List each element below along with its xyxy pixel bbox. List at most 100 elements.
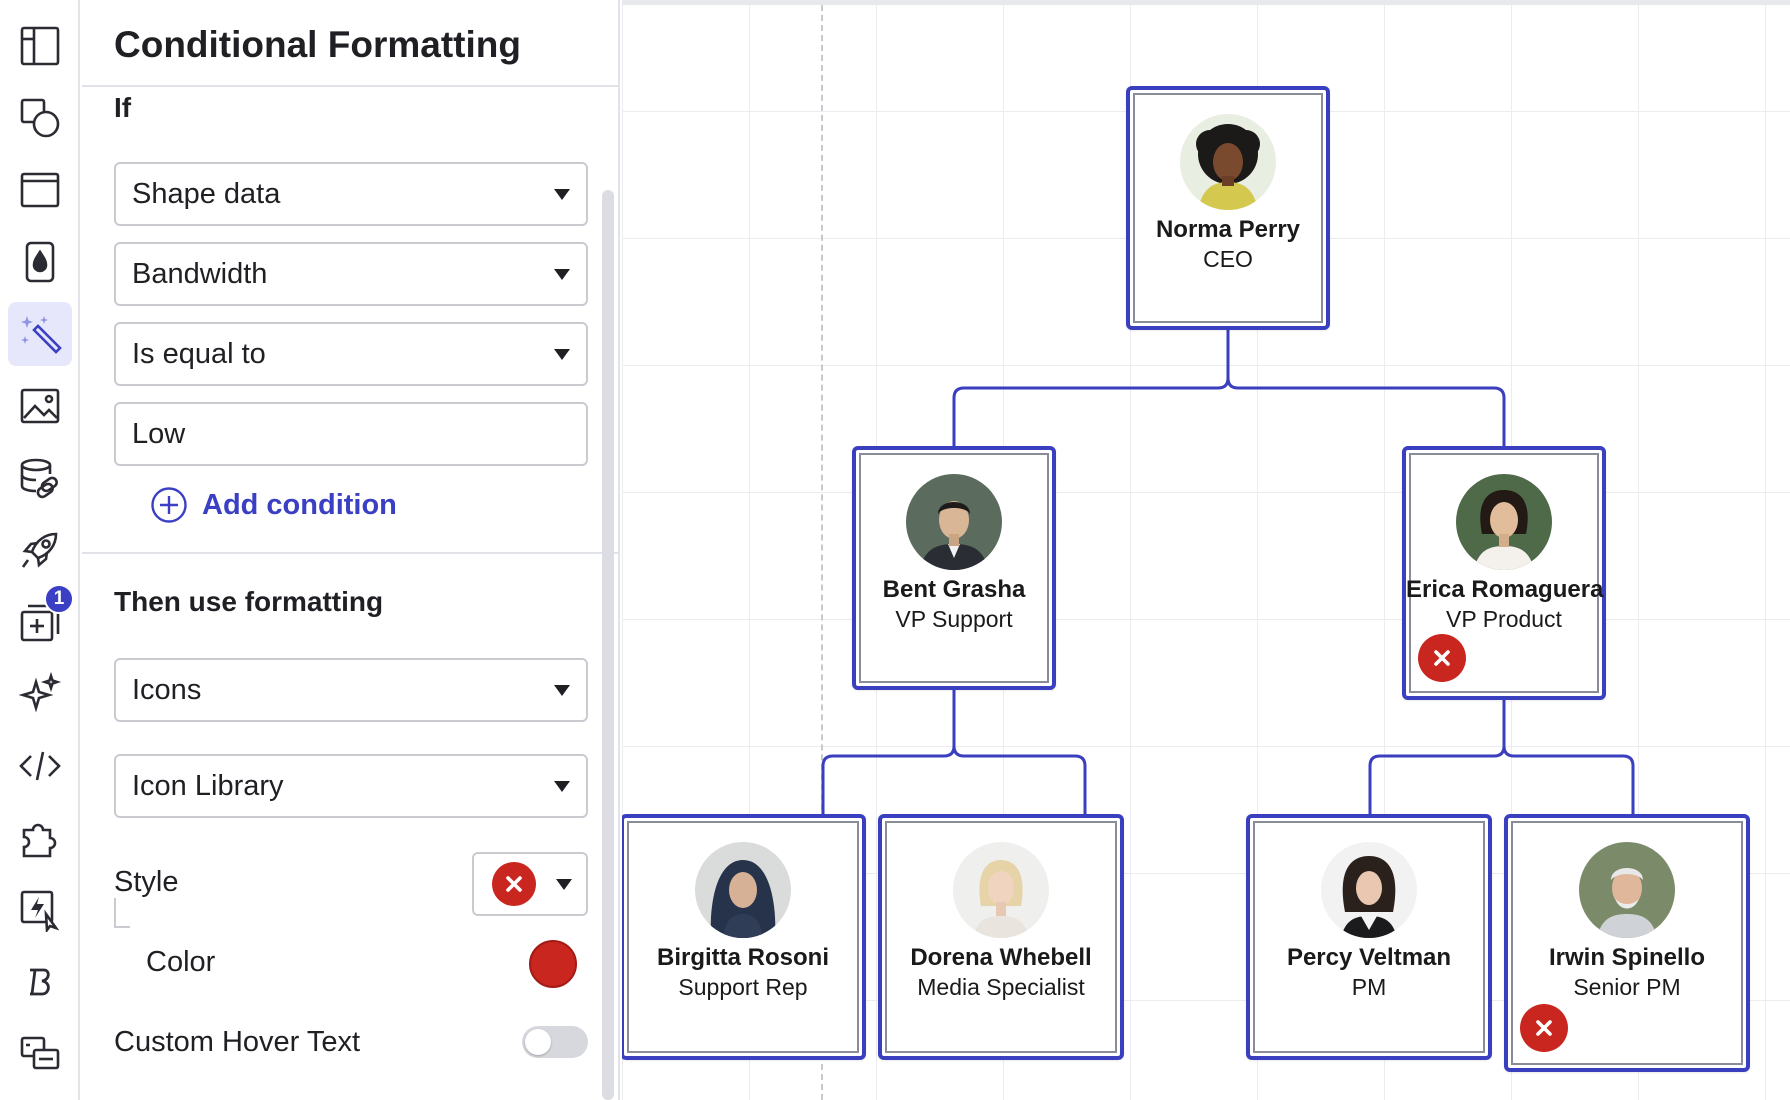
sparkle-icon [18,672,62,713]
hover-text-label: Custom Hover Text [114,1026,361,1058]
integrations-button[interactable] [8,806,72,870]
shapes-button[interactable] [8,86,72,150]
panel-title: Conditional Formatting [114,24,521,65]
node-title: VP Product [1446,606,1562,632]
image-button[interactable] [8,374,72,438]
data-linking-button[interactable] [8,446,72,510]
condition-field-select[interactable]: Bandwidth [114,242,588,306]
data-link-icon [20,458,58,499]
then-label: Then use formatting [114,586,384,617]
ai-button[interactable] [8,662,72,726]
x-circle-icon [1418,634,1466,682]
conditional-formatting-panel: Conditional Formatting If Shape data Ban… [82,0,620,1100]
avatar [1579,842,1675,938]
condition-source-value: Shape data [132,177,281,210]
org-node-irwin[interactable]: Irwin Spinello Senior PM [1504,814,1750,1072]
chevron-down-icon [554,348,570,360]
shapes-icon [20,98,60,138]
action-icon [20,890,60,932]
layout-icon [20,26,60,66]
tree-connector [114,898,130,928]
integration-icon [20,1036,60,1070]
org-node-birgitta[interactable]: Birgitta Rosoni Support Rep [622,814,866,1060]
node-name: Dorena Whebell [910,944,1092,971]
magic-wand-icon [21,316,62,354]
condition-value-input[interactable] [114,402,588,466]
connector-product-senior [1502,745,1635,820]
node-title: PM [1351,974,1387,1000]
style-select[interactable] [472,852,588,916]
color-label: Color [146,946,216,978]
node-title: Media Specialist [917,974,1085,1000]
avatar [1180,114,1276,210]
launch-button[interactable] [8,518,72,582]
notification-badge: 1 [44,584,74,614]
code-button[interactable] [8,734,72,798]
add-frame-button[interactable]: 1 [8,584,74,654]
org-node-erica[interactable]: Erica Romaguera VP Product [1402,446,1606,700]
chevron-down-icon [554,188,570,200]
panel-scrollbar[interactable] [602,190,614,1100]
x-circle-icon [1520,1004,1568,1052]
style-label: Style [114,866,179,898]
fill-button[interactable] [8,230,72,294]
toggle-knob [525,1029,551,1055]
chevron-down-icon [556,878,572,890]
connector-support-media [952,745,1087,820]
org-node-bent[interactable]: Bent Grasha VP Support [852,446,1056,690]
if-label: If [114,92,132,123]
chevron-down-icon [554,780,570,792]
node-name: Percy Veltman [1286,944,1452,971]
connector-ceo-product [1226,377,1506,448]
org-node-norma[interactable]: Norma Perry CEO [1126,86,1330,330]
layout-button[interactable] [8,14,72,78]
action-button[interactable] [8,878,72,942]
org-node-dorena[interactable]: Dorena Whebell Media Specialist [878,814,1124,1060]
format-type-value: Icons [132,673,202,706]
condition-source-select[interactable]: Shape data [114,162,588,226]
title-divider [82,85,620,87]
color-swatch[interactable] [529,940,577,988]
org-node-percy[interactable]: Percy Veltman PM [1246,814,1492,1060]
hover-text-toggle[interactable] [522,1026,588,1058]
avatar [953,842,1049,938]
node-title: Support Rep [678,974,808,1000]
condition-operator-select[interactable]: Is equal to [114,322,588,386]
embed-button[interactable] [8,1022,72,1086]
chevron-down-icon [554,684,570,696]
x-circle-icon [492,862,536,906]
add-condition-button[interactable]: Add condition [150,486,397,524]
section-divider [82,552,620,554]
diagram-canvas[interactable]: Norma Perry CEO Bent Grasha VP Support E… [622,0,1790,1100]
node-title: Senior PM [1573,974,1681,1000]
code-icon [19,751,61,781]
brand-button[interactable] [8,950,72,1014]
connector-ceo [952,326,1230,448]
connector-support [821,686,956,820]
node-name: Erica Romaguera [1406,576,1604,603]
toolbar-rail: 1 [0,0,80,1100]
avatar [906,474,1002,570]
node-name: Bent Grasha [882,576,1026,603]
brand-icon [30,968,50,996]
page-icon [20,172,60,208]
node-title: VP Support [895,606,1013,632]
node-name: Norma Perry [1155,216,1301,243]
node-title: CEO [1203,246,1253,272]
condition-operator-value: Is equal to [132,337,266,370]
avatar [1456,474,1552,570]
image-icon [20,388,60,424]
conditional-formatting-button[interactable] [8,302,72,366]
node-name: Birgitta Rosoni [657,944,829,971]
icon-source-select[interactable]: Icon Library [114,754,588,818]
avatar [1321,842,1417,938]
connector-product [1368,696,1506,820]
format-type-select[interactable]: Icons [114,658,588,722]
icon-source-value: Icon Library [132,769,284,802]
page-button[interactable] [8,158,72,222]
node-name: Irwin Spinello [1548,944,1705,971]
avatar [695,842,791,938]
condition-field-value: Bandwidth [132,257,268,290]
add-condition-label: Add condition [202,488,397,521]
plus-circle-icon [151,487,187,523]
